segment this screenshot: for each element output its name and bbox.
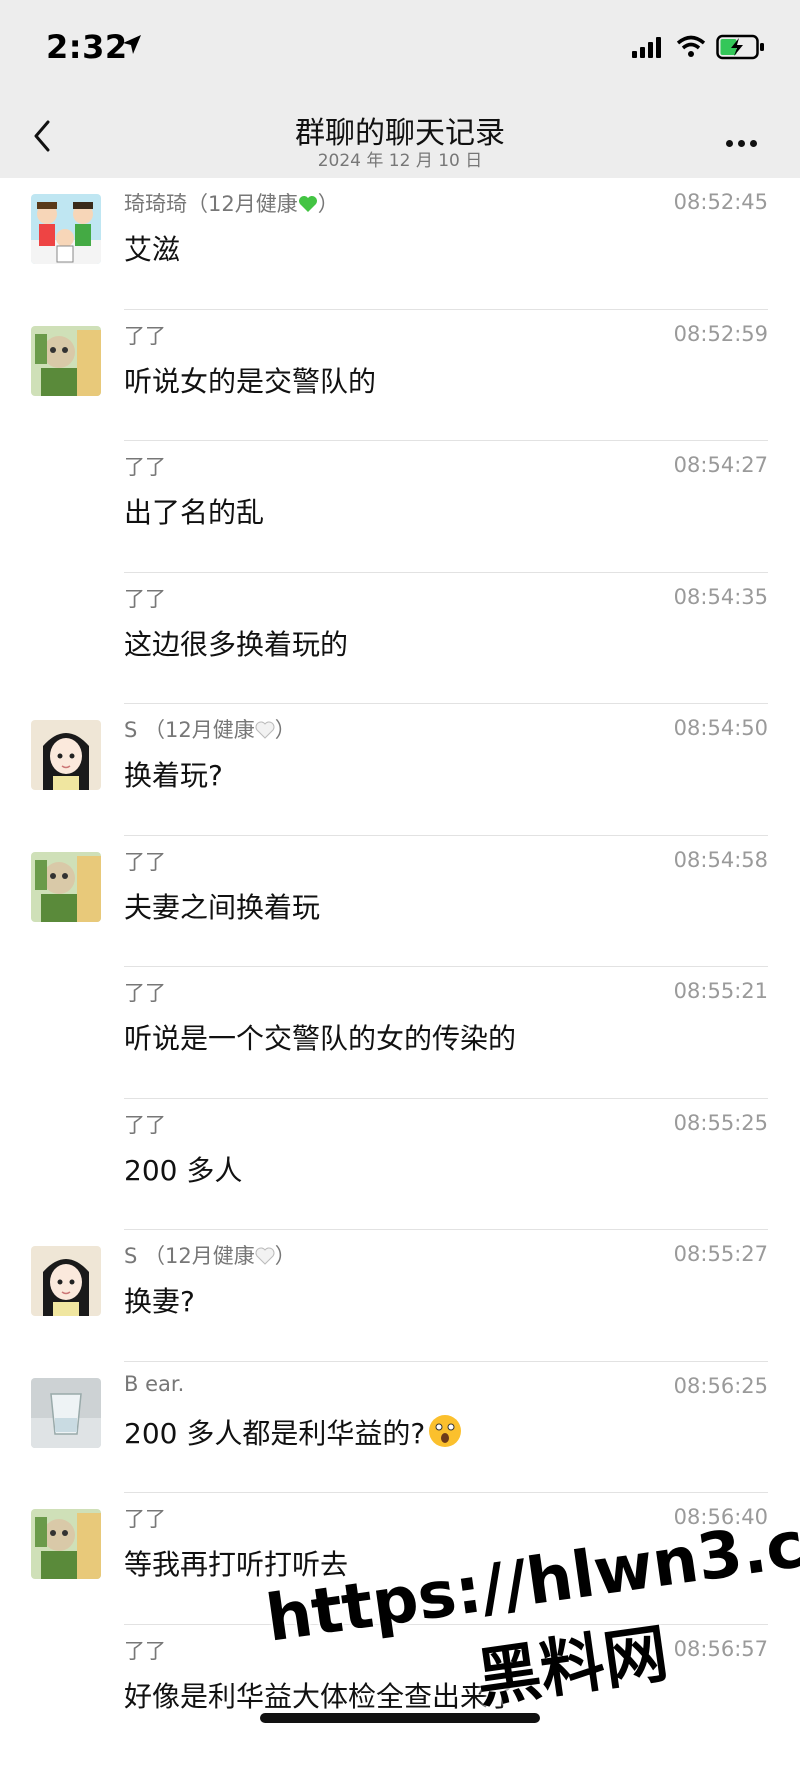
message-item[interactable]: S （12月健康） 08:55:27 换妻? xyxy=(0,1230,800,1362)
sender-name: S （12月健康） xyxy=(124,718,296,742)
glass-avatar-icon xyxy=(31,1377,101,1448)
more-options-icon[interactable] xyxy=(726,132,762,151)
white-heart-icon xyxy=(255,1247,275,1265)
avatar[interactable] xyxy=(31,1509,101,1579)
wifi-icon xyxy=(676,35,706,57)
sender-name: 了了 xyxy=(124,849,166,874)
sender-name: 了了 xyxy=(124,586,166,611)
message-time: 08:55:21 xyxy=(673,979,768,1003)
message-item[interactable]: 了了 08:56:40 等我再打听打听去 xyxy=(0,1493,800,1625)
green-figure-icon xyxy=(31,851,101,922)
location-arrow-icon xyxy=(123,35,141,54)
battery-charging-icon xyxy=(716,34,764,60)
message-time: 08:52:45 xyxy=(673,190,768,214)
sender-name: 了了 xyxy=(124,323,166,348)
message-time: 08:56:57 xyxy=(673,1636,768,1661)
avatar[interactable] xyxy=(31,1377,101,1448)
home-indicator[interactable] xyxy=(260,1713,540,1723)
message-text: 听说女的是交警队的 xyxy=(124,364,377,398)
sender-name: 琦琦琦（12月健康） xyxy=(124,192,339,216)
message-text: 出了名的乱 xyxy=(124,496,265,529)
cellular-signal-icon xyxy=(632,37,661,58)
green-figure-icon xyxy=(31,325,101,396)
avatar[interactable] xyxy=(31,325,101,396)
message-item[interactable]: B ear. 08:56:25 200 多人都是利华益的? xyxy=(0,1362,800,1493)
message-item[interactable]: S （12月健康） 08:54:50 换着玩? xyxy=(0,704,800,836)
girl-avatar-icon xyxy=(31,720,101,790)
sender-name: 了了 xyxy=(124,981,166,1005)
message-text: 200 多人 xyxy=(124,1153,243,1187)
message-text: 等我再打听打听去 xyxy=(124,1548,349,1581)
avatar[interactable] xyxy=(31,851,101,922)
message-text: 200 多人都是利华益的? xyxy=(124,1412,463,1452)
sender-name: 了了 xyxy=(124,1638,166,1663)
shocked-face-emoji-icon xyxy=(429,1414,462,1447)
message-text: 换着玩? xyxy=(124,759,223,792)
message-item[interactable]: 了了 08:56:57 好像是利华益大体检全查出来了 xyxy=(0,1625,800,1757)
message-time: 08:56:25 xyxy=(673,1373,768,1398)
page-subtitle: 2024 年 12 月 10 日 xyxy=(317,151,483,171)
message-item[interactable]: 了了 08:54:58 夫妻之间换着玩 xyxy=(0,836,800,967)
message-time: 08:54:27 xyxy=(673,453,768,477)
message-item[interactable]: 了了 08:52:59 听说女的是交警队的 xyxy=(0,310,800,441)
girl-avatar-icon xyxy=(31,1246,101,1316)
message-text: 换妻? xyxy=(124,1285,195,1318)
navigation-bar: 群聊的聊天记录 2024 年 12 月 10 日 xyxy=(0,96,800,178)
white-heart-icon xyxy=(255,721,275,739)
message-time: 08:56:40 xyxy=(673,1505,768,1529)
message-time: 08:52:59 xyxy=(673,321,768,346)
message-text: 艾滋 xyxy=(124,233,181,266)
message-item[interactable]: 琦琦琦（12月健康） 08:52:45 艾滋 xyxy=(0,178,800,310)
avatar[interactable] xyxy=(31,720,101,790)
sender-name: S （12月健康） xyxy=(124,1244,296,1268)
message-text: 听说是一个交警队的女的传染的 xyxy=(124,1022,517,1055)
cartoon-group-icon xyxy=(31,194,101,264)
green-figure-icon xyxy=(31,1509,101,1579)
sender-name: 了了 xyxy=(124,1507,166,1531)
message-text: 夫妻之间换着玩 xyxy=(124,890,321,924)
message-item[interactable]: 了了 08:55:25 200 多人 xyxy=(0,1099,800,1230)
message-item[interactable]: 了了 08:55:21 听说是一个交警队的女的传染的 xyxy=(0,967,800,1099)
sender-name: 了了 xyxy=(124,455,166,479)
message-item[interactable]: 了了 08:54:35 这边很多换着玩的 xyxy=(0,573,800,704)
message-time: 08:54:35 xyxy=(673,584,768,609)
message-time: 08:54:58 xyxy=(673,847,768,872)
status-time: 2:32 xyxy=(46,28,128,66)
avatar[interactable] xyxy=(31,194,101,264)
message-item[interactable]: 了了 08:54:27 出了名的乱 xyxy=(0,441,800,573)
message-time: 08:55:27 xyxy=(673,1242,768,1266)
message-time: 08:54:50 xyxy=(673,716,768,740)
sender-name: 了了 xyxy=(124,1112,166,1137)
message-text: 这边很多换着玩的 xyxy=(124,627,349,661)
sender-name: B ear. xyxy=(124,1371,185,1396)
avatar[interactable] xyxy=(31,1246,101,1316)
green-heart-icon xyxy=(298,196,317,212)
message-text: 好像是利华益大体检全查出来了 xyxy=(124,1679,517,1713)
chat-record-list[interactable]: 琦琦琦（12月健康） 08:52:45 艾滋 了了 08:52:59 听说女的是… xyxy=(0,178,800,1756)
message-time: 08:55:25 xyxy=(673,1110,768,1135)
status-bar: 2:32 xyxy=(0,0,800,96)
